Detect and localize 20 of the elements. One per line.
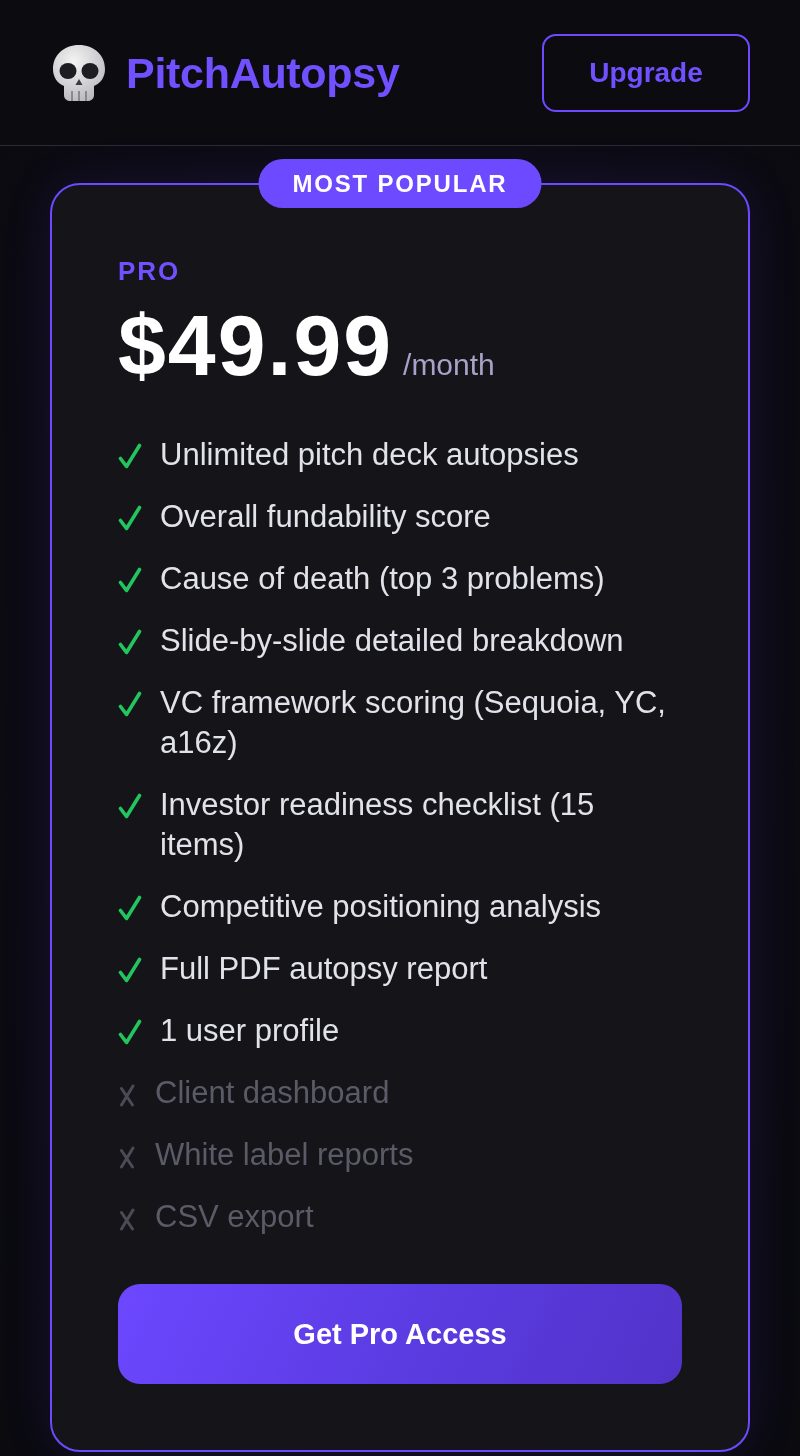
upgrade-button[interactable]: Upgrade [542,33,750,112]
skull-icon [52,44,106,101]
feature-text: Investor readiness checklist (15 items) [160,786,596,864]
brand-name: PitchAutopsy [126,47,400,98]
plan-name: PRO [118,255,181,287]
feature-text: 1 user profile [160,1012,340,1050]
price: $49.99 [118,300,394,390]
feature-text: Cause of death (top 3 problems) [160,560,605,598]
popular-badge: MOST POPULAR [258,159,542,208]
cta-button[interactable]: Get Pro Access [118,1284,682,1384]
feature-text: CSV export [155,1198,314,1236]
feature-text: Competitive positioning analysis [160,888,602,926]
feature-text: Full PDF autopsy report [160,950,488,988]
feature-text: VC framework scoring (Sequoia, YC, a16z) [160,684,667,762]
feature-text: Overall fundability score [160,498,491,536]
feature-text: White label reports [155,1136,414,1174]
billing-period: /month [403,348,495,382]
feature-text: Client dashboard [155,1074,390,1112]
feature-text: Unlimited pitch deck autopsies [160,436,579,474]
feature-text: Slide-by-slide detailed breakdown [160,622,624,660]
